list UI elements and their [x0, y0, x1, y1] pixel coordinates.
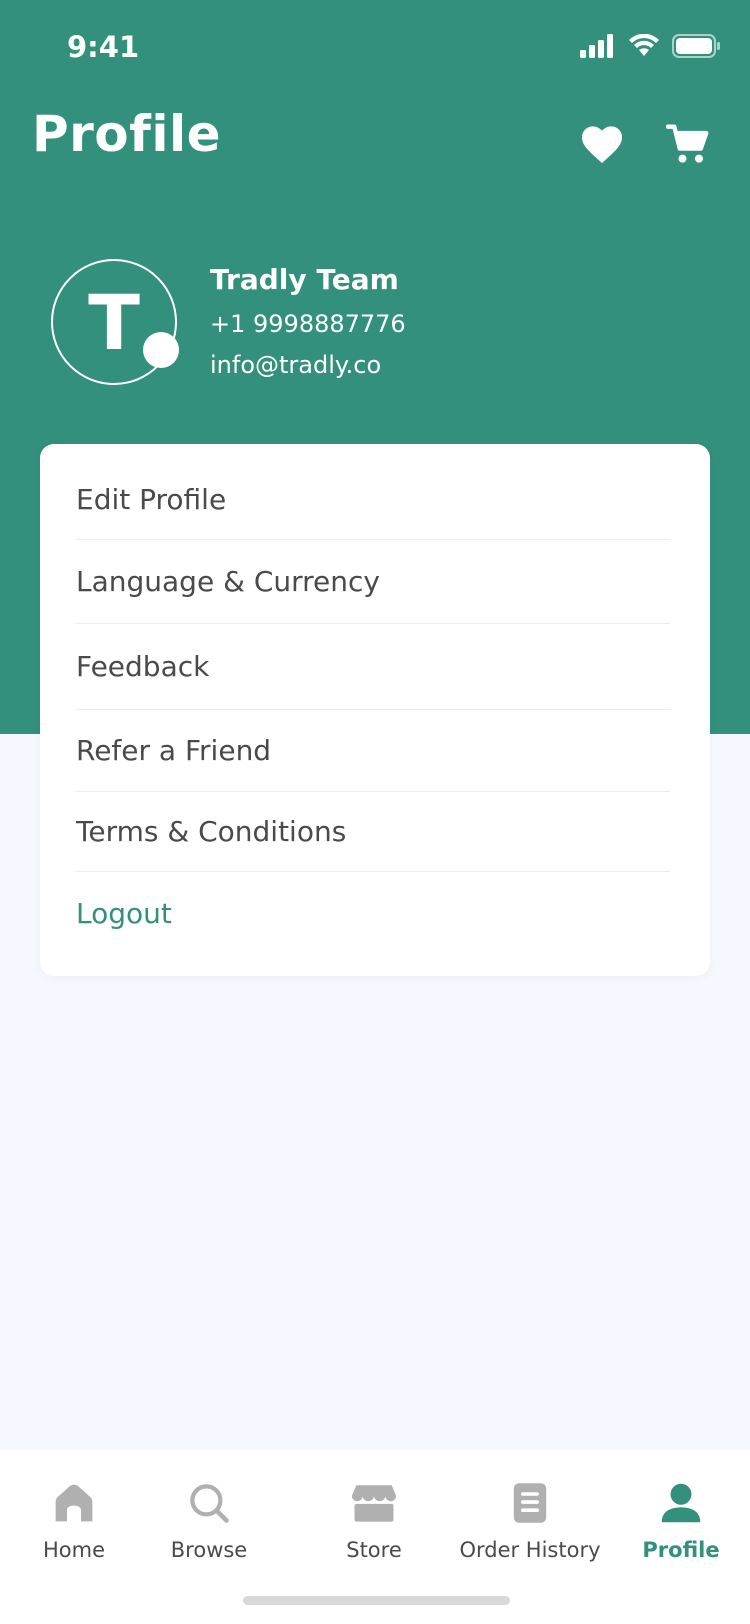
tab-label: Order History — [459, 1538, 601, 1562]
home-icon — [55, 1484, 93, 1522]
menu-item-label: Refer a Friend — [76, 734, 272, 767]
tab-home[interactable]: Home — [4, 1478, 144, 1562]
menu-item-label: Feedback — [76, 650, 210, 683]
menu-item-refer-friend[interactable]: Refer a Friend — [76, 710, 670, 792]
tab-label: Browse — [170, 1538, 248, 1562]
tab-order-history[interactable]: Order History — [450, 1478, 610, 1562]
tab-store[interactable]: Store — [304, 1478, 444, 1562]
wifi-icon — [629, 34, 659, 56]
avatar-status-dot — [143, 332, 179, 368]
avatar-initial: T — [88, 277, 140, 367]
profile-menu-card: Edit Profile Language & Currency Feedbac… — [40, 444, 710, 976]
search-icon — [190, 1484, 229, 1523]
menu-item-terms-conditions[interactable]: Terms & Conditions — [76, 792, 670, 872]
tab-browse[interactable]: Browse — [139, 1478, 279, 1562]
tab-profile[interactable]: Profile — [611, 1478, 750, 1562]
heart-icon — [581, 126, 623, 164]
cart-icon — [666, 124, 709, 163]
menu-item-feedback[interactable]: Feedback — [76, 624, 670, 710]
page-title: Profile — [32, 105, 222, 163]
menu-item-edit-profile[interactable]: Edit Profile — [76, 460, 670, 540]
menu-item-label: Language & Currency — [76, 565, 380, 598]
tab-label: Store — [346, 1538, 402, 1562]
status-bar: 9:41 — [0, 0, 750, 96]
logout-button[interactable]: Logout — [76, 872, 670, 954]
cart-button[interactable] — [664, 120, 712, 168]
tab-label: Profile — [642, 1538, 720, 1562]
wishlist-button[interactable] — [578, 120, 626, 168]
tab-label: Home — [42, 1538, 105, 1562]
logout-label: Logout — [76, 896, 172, 930]
battery-icon — [672, 34, 720, 58]
store-icon — [351, 1485, 397, 1522]
order-history-icon — [513, 1483, 547, 1523]
profile-icon — [661, 1483, 701, 1523]
signal-icon — [580, 34, 613, 58]
user-phone: +1 9998887776 — [210, 310, 406, 338]
menu-item-label: Edit Profile — [76, 483, 227, 516]
home-indicator — [243, 1596, 510, 1605]
user-name: Tradly Team — [210, 263, 399, 296]
status-time: 9:41 — [67, 30, 140, 64]
user-email: info@tradly.co — [210, 351, 382, 379]
menu-item-label: Terms & Conditions — [76, 815, 347, 848]
menu-item-language-currency[interactable]: Language & Currency — [76, 540, 670, 624]
status-icons — [580, 34, 720, 58]
